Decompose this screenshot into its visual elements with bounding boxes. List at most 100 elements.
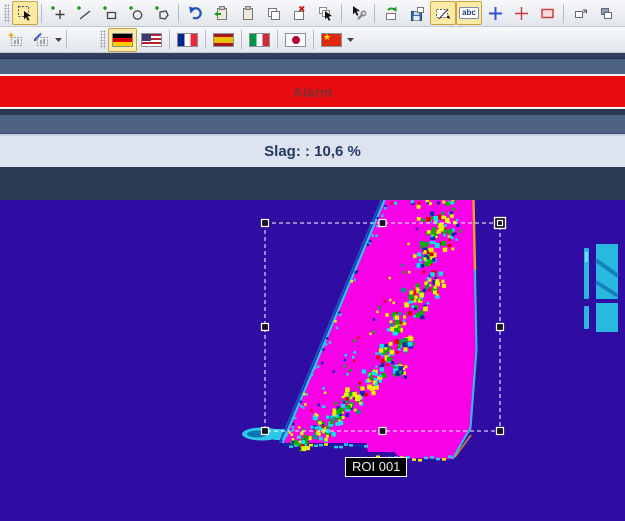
- separator: [178, 4, 179, 23]
- delete-shape-button[interactable]: [286, 1, 312, 25]
- selection-handle[interactable]: [262, 220, 269, 227]
- rotate-shape-button[interactable]: [378, 1, 404, 25]
- add-point-button[interactable]: [45, 1, 71, 25]
- language-english-button[interactable]: [137, 28, 166, 52]
- roi-label[interactable]: ROI 001: [345, 457, 407, 477]
- selection-handle[interactable]: [262, 428, 269, 435]
- language-french-button[interactable]: [173, 28, 202, 52]
- paste-icon: [239, 5, 256, 22]
- separator: [41, 4, 42, 23]
- language-japanese-button[interactable]: [281, 28, 310, 52]
- copy-button[interactable]: [260, 1, 286, 25]
- add-polygon-button[interactable]: [149, 1, 175, 25]
- thermal-image-view[interactable]: ROI 001: [0, 200, 625, 521]
- alarm-zone-rect-button[interactable]: [534, 1, 560, 25]
- slag-status-bar: Slag: : 10,6 %: [0, 136, 625, 167]
- select-all-button[interactable]: [312, 1, 338, 25]
- alarm-banner: Alarm: [0, 76, 625, 107]
- pointer-properties-icon: [350, 5, 367, 22]
- german-flag-icon: [112, 33, 133, 47]
- header-bar-top: [0, 58, 625, 74]
- selection-handle[interactable]: [262, 324, 269, 331]
- selection-handle[interactable]: [497, 324, 504, 331]
- select-tool-button[interactable]: [12, 1, 38, 25]
- undo-button[interactable]: [182, 1, 208, 25]
- slag-value-text: Slag: : 10,6 %: [264, 143, 361, 160]
- header-bar-middle: [0, 115, 625, 134]
- separator: [205, 30, 206, 49]
- add-line-button[interactable]: [71, 1, 97, 25]
- selection-handle[interactable]: [379, 220, 386, 227]
- language-chinese-button[interactable]: [317, 28, 346, 52]
- main-toolbar: abc: [0, 0, 625, 27]
- selection-handle[interactable]: [497, 428, 504, 435]
- language-italian-button[interactable]: [245, 28, 274, 52]
- language-german-button[interactable]: [108, 28, 137, 52]
- annotate-region-button[interactable]: [28, 28, 54, 52]
- add-point-icon: [50, 5, 67, 22]
- bring-forward-button[interactable]: [619, 1, 625, 25]
- separator: [374, 4, 375, 23]
- separator: [313, 30, 314, 49]
- separator: [66, 30, 67, 49]
- bring-to-front-icon: [572, 5, 589, 22]
- toolbar-drag-handle[interactable]: [100, 30, 106, 49]
- french-flag-icon: [177, 33, 198, 47]
- add-rectangle-button[interactable]: [97, 1, 123, 25]
- selection-handle-active[interactable]: [495, 218, 506, 229]
- pointer-properties-button[interactable]: [345, 1, 371, 25]
- delete-shape-icon: [291, 5, 308, 22]
- add-ellipse-button[interactable]: [123, 1, 149, 25]
- crosshair-red-icon: [513, 5, 530, 22]
- select-cursor-icon: [17, 5, 34, 22]
- japanese-flag-icon: [285, 33, 306, 47]
- spanish-flag-icon: [213, 33, 234, 47]
- alarm-text: Alarm: [293, 84, 333, 100]
- separator: [241, 30, 242, 49]
- header-bar-bottom: [0, 167, 625, 200]
- italian-flag-icon: [249, 33, 270, 47]
- save-shape-button[interactable]: [404, 1, 430, 25]
- text-label-tool-button[interactable]: abc: [456, 1, 482, 25]
- crosshair-red-button[interactable]: [508, 1, 534, 25]
- send-to-back-button[interactable]: [593, 1, 619, 25]
- paste-import-button[interactable]: [208, 1, 234, 25]
- separator: [341, 4, 342, 23]
- language-spanish-button[interactable]: [209, 28, 238, 52]
- usa-flag-icon: [141, 33, 162, 47]
- select-all-icon: [317, 5, 334, 22]
- chevron-down-icon: [347, 37, 355, 43]
- separator: [169, 30, 170, 49]
- edit-selection-icon: [435, 5, 452, 22]
- paste-import-icon: [213, 5, 230, 22]
- add-line-icon: [76, 5, 93, 22]
- save-shape-icon: [409, 5, 426, 22]
- rotate-shape-icon: [383, 5, 400, 22]
- language-toolbar: [0, 27, 625, 53]
- separator: [277, 30, 278, 49]
- separator: [563, 4, 564, 23]
- thermal-image[interactable]: [0, 200, 625, 521]
- chinese-flag-icon: [321, 33, 342, 47]
- highlight-region-button[interactable]: [2, 28, 28, 52]
- edit-selection-button[interactable]: [430, 1, 456, 25]
- send-to-back-icon: [598, 5, 615, 22]
- chevron-down-icon: [55, 37, 63, 43]
- alarm-zone-rect-icon: [539, 5, 556, 22]
- effects-dropdown[interactable]: [54, 29, 63, 51]
- annotate-region-icon: [33, 31, 50, 48]
- highlight-region-icon: [7, 31, 24, 48]
- abc-label-icon: abc: [459, 7, 479, 19]
- crosshair-blue-button[interactable]: [482, 1, 508, 25]
- add-polygon-icon: [154, 5, 171, 22]
- bring-to-front-button[interactable]: [567, 1, 593, 25]
- toolbar-drag-handle[interactable]: [4, 4, 10, 23]
- language-dropdown[interactable]: [346, 29, 355, 51]
- copy-icon: [265, 5, 282, 22]
- add-rectangle-icon: [102, 5, 119, 22]
- crosshair-blue-icon: [487, 5, 504, 22]
- selection-handle[interactable]: [379, 428, 386, 435]
- paste-button[interactable]: [234, 1, 260, 25]
- application-window: abc: [0, 0, 625, 521]
- undo-icon: [187, 5, 204, 22]
